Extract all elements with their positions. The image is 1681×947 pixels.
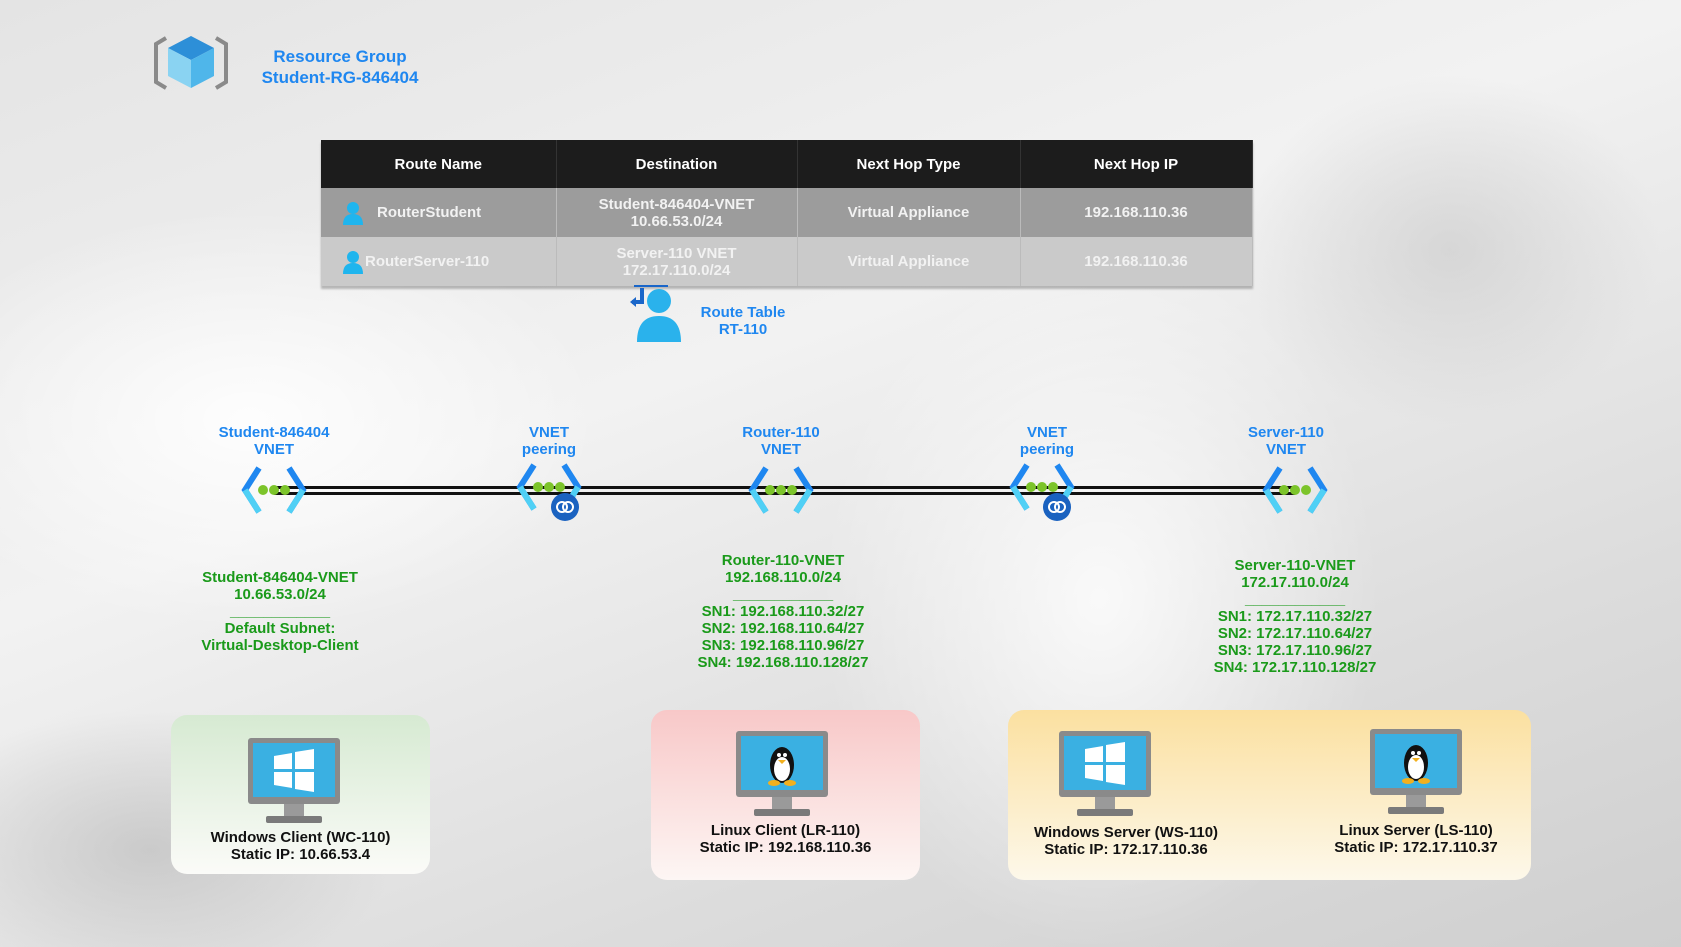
vnet-label-student: Student-846404 VNET	[194, 424, 354, 458]
machine-caption: Windows Server (WS-110) Static IP: 172.17…	[1000, 824, 1252, 858]
vnet-label-line: VNET	[1026, 424, 1067, 441]
subnet-name: Virtual-Desktop-Client	[201, 637, 359, 654]
route-table-name: RT-110	[718, 321, 768, 338]
subnet: SN2: 172.17.110.64/27	[1217, 625, 1373, 642]
vnet-name: Server-110-VNET	[1234, 557, 1356, 574]
vnet-label-peering-2: VNET peering	[977, 424, 1117, 458]
subnet: SN3: 172.17.110.96/27	[1217, 642, 1373, 659]
machine-ip: Static IP: 172.17.110.36	[1044, 841, 1208, 858]
machine-ip: Static IP: 10.66.53.4	[230, 846, 371, 863]
machine-name: Linux Client (LR-110)	[710, 822, 861, 839]
vnet-label-line: peering	[521, 441, 577, 458]
machine-caption: Linux Client (LR-110) Static IP: 192.168.…	[651, 822, 920, 856]
vnet-label-line: Student-846404	[218, 424, 330, 441]
machine-name: Linux Server (LS-110)	[1339, 822, 1493, 839]
vnet-label-line: VNET	[1265, 441, 1306, 458]
column-header: Destination	[556, 140, 798, 188]
resource-group-label: Resource Group Student-RG-846404	[230, 46, 450, 88]
route-name: RouterStudent	[377, 203, 482, 221]
user-icon	[343, 250, 363, 274]
windows-monitor-icon	[248, 738, 340, 823]
vnet-cidr: 192.168.110.0/24	[725, 569, 841, 586]
next-hop-type: Virtual Appliance	[797, 237, 1021, 286]
subnet: SN3: 192.168.110.96/27	[701, 637, 865, 654]
destination-name: Server-110 VNET	[616, 244, 737, 262]
resource-group-cube-icon	[154, 36, 228, 90]
vnet-label-server: Server-110 VNET	[1216, 424, 1356, 458]
vnet-label-line: VNET	[253, 441, 294, 458]
vnet-cidr: 10.66.53.0/24	[234, 586, 326, 603]
vnet-label-router: Router-110 VNET	[711, 424, 851, 458]
route-name-cell: RouterServer-110	[321, 237, 557, 286]
route-table-title: Route Table	[700, 304, 786, 321]
vnet-name: Router-110-VNET	[721, 552, 845, 569]
vnet-name: Student-846404-VNET	[202, 569, 358, 586]
machine-ip: Static IP: 192.168.110.36	[699, 839, 872, 856]
next-hop-ip: 192.168.110.36	[1020, 237, 1253, 286]
resource-group-title: Resource Group	[273, 47, 407, 66]
column-header: Next Hop IP	[1020, 140, 1253, 188]
subnet: SN4: 172.17.110.128/27	[1213, 659, 1377, 676]
peering-link-icon	[551, 493, 579, 521]
subnet: SN1: 192.168.110.32/27	[701, 603, 865, 620]
divider: ____________	[1244, 591, 1346, 608]
route-name-cell: RouterStudent	[321, 188, 557, 237]
vnet-label-line: peering	[1019, 441, 1075, 458]
divider: ____________	[732, 586, 834, 603]
windows-monitor-icon	[1059, 731, 1151, 816]
linux-monitor-icon	[1370, 729, 1462, 814]
machine-name: Windows Server (WS-110)	[1033, 824, 1219, 841]
next-hop-ip: 192.168.110.36	[1020, 188, 1253, 237]
vnet-label-line: VNET	[528, 424, 569, 441]
table-row: RouterServer-110 Server-110 VNET 172.17.1…	[321, 237, 1253, 286]
destination-cidr: 10.66.53.0/24	[630, 212, 723, 230]
vnet-icon	[746, 465, 816, 515]
column-header: Route Name	[321, 140, 557, 188]
linux-monitor-icon	[736, 731, 828, 816]
vnet-label-line: VNET	[760, 441, 801, 458]
destination-cidr: 172.17.110.0/24	[622, 261, 731, 279]
user-icon	[343, 201, 363, 225]
subnet: SN2: 192.168.110.64/27	[701, 620, 865, 637]
router-vnet-details: Router-110-VNET 192.168.110.0/24 _______…	[663, 552, 903, 671]
table-row: RouterStudent Student-846404-VNET 10.66.5…	[321, 188, 1253, 237]
vnet-label-line: Router-110	[742, 424, 820, 441]
subnet: SN1: 172.17.110.32/27	[1217, 608, 1373, 625]
server-vnet-details: Server-110-VNET 172.17.110.0/24 ________…	[1175, 557, 1415, 676]
machine-ip: Static IP: 172.17.110.37	[1334, 839, 1498, 856]
vnet-cidr: 172.17.110.0/24	[1241, 574, 1349, 591]
student-vnet-details: Student-846404-VNET 10.66.53.0/24 ______…	[170, 569, 390, 654]
resource-group-name: Student-RG-846404	[261, 68, 419, 87]
machine-name: Windows Client (WC-110)	[210, 829, 391, 846]
peering-link-icon	[1043, 493, 1071, 521]
destination-cell: Student-846404-VNET 10.66.53.0/24	[556, 188, 798, 237]
route-table-label: Route Table RT-110	[688, 304, 798, 338]
next-hop-type: Virtual Appliance	[797, 188, 1021, 237]
column-header: Next Hop Type	[797, 140, 1021, 188]
vnet-label-line: Server-110	[1248, 424, 1324, 441]
subnet: SN4: 192.168.110.128/27	[697, 654, 869, 671]
route-table-icon	[630, 285, 681, 342]
machine-caption: Windows Client (WC-110) Static IP: 10.66.…	[171, 829, 430, 863]
route-name: RouterServer-110	[365, 252, 490, 270]
vnet-label-peering-1: VNET peering	[479, 424, 619, 458]
machine-caption: Linux Server (LS-110) Static IP: 172.17.1…	[1290, 822, 1542, 856]
divider: ____________	[229, 603, 331, 620]
destination-cell: Server-110 VNET 172.17.110.0/24	[556, 237, 798, 286]
table-header: Route Name Destination Next Hop Type Nex…	[321, 140, 1253, 188]
vnet-icon	[1260, 465, 1330, 515]
destination-name: Student-846404-VNET	[598, 195, 755, 213]
vnet-icon	[239, 465, 309, 515]
route-table: Route Name Destination Next Hop Type Nex…	[321, 140, 1253, 286]
subnet-label: Default Subnet:	[224, 620, 336, 637]
